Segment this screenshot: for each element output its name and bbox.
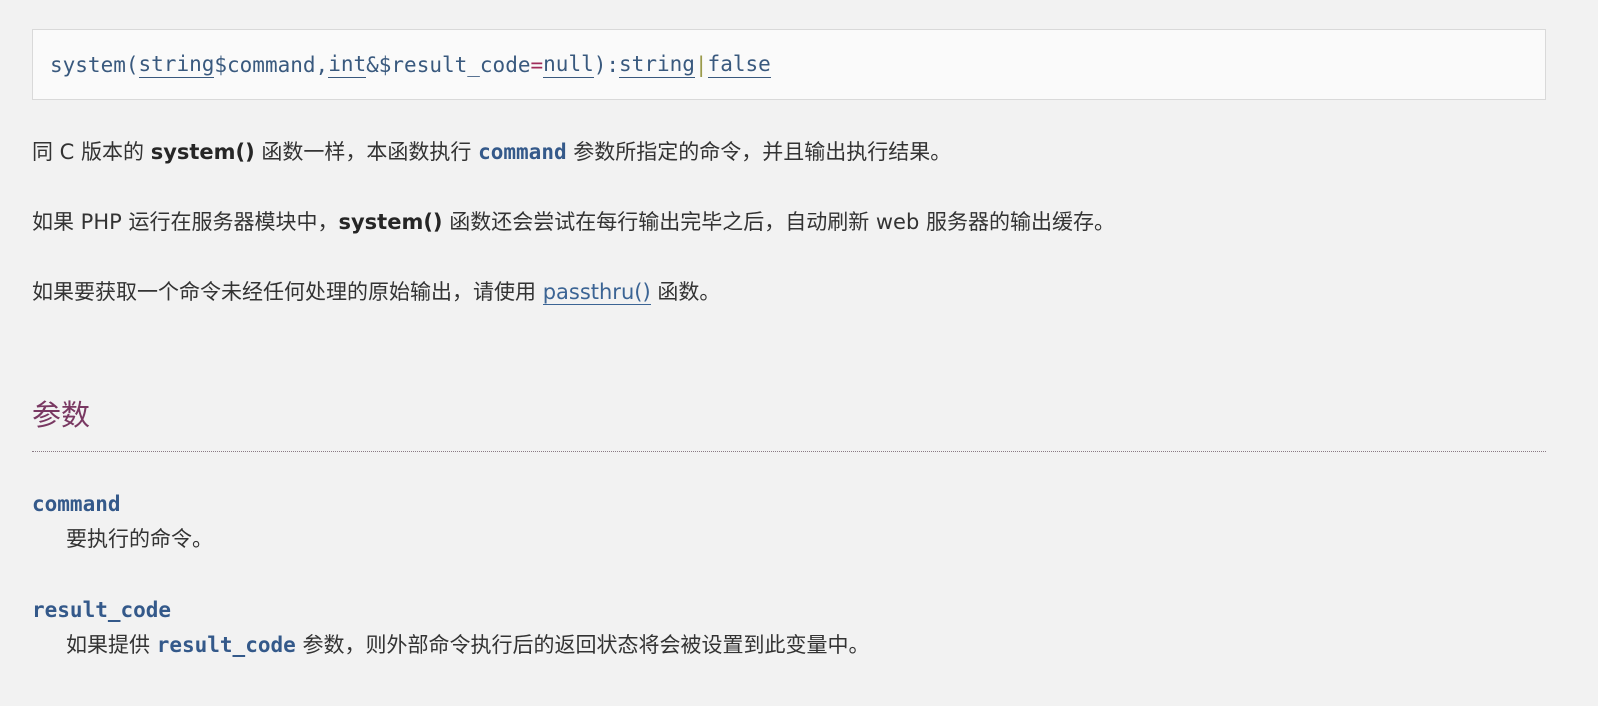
parameter-code-result-code: result_code (156, 633, 296, 657)
parameter-code-command: command (478, 140, 567, 164)
p1-text-3: 参数所指定的命令，并且输出执行结果。 (566, 140, 952, 164)
p1-text-2: 函数一样，本函数执行 (254, 140, 479, 164)
description-paragraph-2: 如果 PHP 运行在服务器模块中，system() 函数还会尝试在每行输出完毕之… (32, 207, 1115, 237)
description-paragraph-3: 如果要获取一个命令未经任何处理的原始输出，请使用 passthru() 函数。 (32, 277, 720, 307)
section-divider (32, 451, 1546, 452)
parameter-description-result-code: 如果提供 result_code 参数，则外部命令执行后的返回状态将会被设置到此… (66, 630, 869, 660)
pd2-text-2: 参数，则外部命令执行后的返回状态将会被设置到此变量中。 (295, 633, 870, 657)
p3-text-1: 如果要获取一个命令未经任何处理的原始输出，请使用 (32, 280, 543, 304)
function-name: system (50, 52, 126, 77)
function-name-bold: system() (338, 210, 443, 234)
comma: , (315, 52, 329, 77)
function-name-bold: system() (150, 140, 255, 164)
open-paren: ( (125, 52, 139, 77)
param-command-var: $command (214, 52, 316, 77)
union-pipe: | (694, 52, 708, 77)
parameters-heading: 参数 (32, 398, 91, 432)
return-type-false-link[interactable]: false (707, 52, 771, 78)
method-synopsis: system(string $command, int &$result_cod… (32, 29, 1546, 100)
p2-text-1: 如果 PHP 运行在服务器模块中， (32, 210, 339, 234)
description-paragraph-1: 同 C 版本的 system() 函数一样，本函数执行 command 参数所指… (32, 137, 951, 167)
pd2-text-1: 如果提供 (66, 633, 157, 657)
parameter-description-command: 要执行的命令。 (66, 527, 213, 551)
main-content: system(string $command, int &$result_cod… (32, 29, 1546, 657)
parameter-name-result-code: result_code (32, 598, 172, 622)
p3-text-2: 函数。 (650, 280, 721, 304)
passthru-link[interactable]: passthru() (542, 280, 651, 305)
equals-sign: = (530, 52, 544, 77)
p1-text-1: 同 C 版本的 (32, 140, 151, 164)
parameter-name-command: command (32, 492, 121, 516)
return-type-string-link[interactable]: string (619, 52, 695, 78)
p2-text-2: 函数还会尝试在每行输出完毕之后，自动刷新 web 服务器的输出缓存。 (442, 210, 1115, 234)
close-paren: ): (593, 52, 620, 77)
param-result-code-var: &$result_code (366, 52, 531, 77)
default-null-link[interactable]: null (543, 52, 594, 78)
type-link-int[interactable]: int (328, 52, 367, 78)
type-link-string[interactable]: string (138, 52, 215, 78)
